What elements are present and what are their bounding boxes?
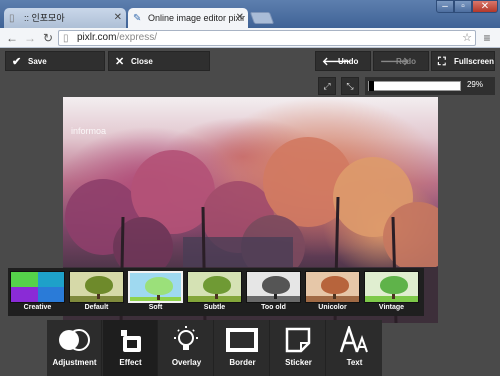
new-tab-button[interactable] [249, 12, 275, 24]
tool-effect[interactable]: Effect [103, 320, 158, 376]
tool-label: Border [229, 358, 256, 367]
zoom-value: 29% [466, 80, 483, 89]
effect-too-old[interactable]: Too old [245, 270, 302, 314]
browser-tab-informoa[interactable]: ▯ :: 인포모아 ✕ [4, 8, 126, 28]
effect-label: Soft [148, 304, 163, 311]
url-path: /express/ [116, 32, 158, 43]
close-tab-icon[interactable]: ✕ [236, 8, 244, 28]
star-icon[interactable]: ☆ [462, 31, 472, 45]
tool-label: Adjustment [52, 358, 97, 367]
minimize-icon[interactable]: – [436, 0, 454, 13]
effect-thumbnail [10, 271, 65, 303]
save-label: Save [28, 57, 47, 66]
border-icon [226, 328, 258, 352]
effect-thumbnail [187, 271, 242, 303]
url-host: pixlr.com [77, 32, 117, 43]
effect-creative[interactable]: Creative [9, 270, 66, 314]
tool-adjustment[interactable]: Adjustment [47, 320, 102, 376]
close-icon: ✕ [115, 56, 125, 68]
watermark-text: informoa [71, 126, 107, 136]
tool-bar: Adjustment Effect Overlay Border Sticker [47, 320, 382, 376]
zoom-slider-handle[interactable] [369, 81, 374, 91]
fit-to-screen-button[interactable]: ⤢ [318, 77, 336, 95]
zoom-slider[interactable] [368, 81, 461, 91]
browser-tab-pixlr[interactable]: ✎ Online image editor pixlr ✕ [128, 8, 248, 28]
address-bar[interactable]: ▯ pixlr.com/express/ ☆ [58, 30, 476, 46]
effect-thumbnail [364, 271, 419, 303]
fullscreen-label: Fullscreen [454, 57, 495, 66]
expand-icon: ⤢ [323, 81, 331, 91]
sticker-icon [285, 327, 311, 353]
tool-border[interactable]: Border [215, 320, 270, 376]
page-icon: ▯ [9, 13, 15, 24]
check-icon: ✔ [12, 56, 22, 68]
tool-label: Text [346, 358, 363, 367]
page-icon: ▯ [63, 33, 69, 44]
fullscreen-button[interactable]: ⛶ Fullscreen [431, 51, 495, 71]
effects-strip: Creative Default Soft Subtle Too old Uni… [8, 268, 424, 316]
adjustment-icon [59, 329, 90, 351]
window-close-icon[interactable]: ✕ [472, 0, 498, 13]
effect-thumbnail [128, 271, 183, 303]
zoom-control: 29% [365, 77, 495, 95]
effect-label: Unicolor [318, 304, 347, 311]
fullscreen-icon: ⛶ [438, 56, 446, 68]
browser-toolbar: ← → ↻ ▯ pixlr.com/express/ ☆ ≡ [0, 28, 500, 48]
effect-label: Too old [261, 304, 286, 311]
close-button[interactable]: ✕ Close [108, 51, 210, 71]
tool-text[interactable]: Text [327, 320, 382, 376]
forward-arrow-icon[interactable]: → [22, 30, 38, 46]
back-arrow-icon[interactable]: ← [4, 30, 20, 46]
effect-subtle[interactable]: Subtle [186, 270, 243, 314]
effect-unicolor[interactable]: Unicolor [304, 270, 361, 314]
tool-label: Overlay [171, 358, 202, 367]
resize-icon: ⤡ [346, 81, 354, 91]
effect-thumbnail [69, 271, 124, 303]
tool-label: Sticker [285, 358, 312, 367]
browser-titlebar: ▯ :: 인포모아 ✕ ✎ Online image editor pixlr … [0, 0, 500, 28]
close-tab-icon[interactable]: ✕ [114, 8, 122, 28]
close-label: Close [131, 57, 153, 66]
redo-button[interactable]: 🡒 Redo [373, 51, 429, 71]
overlay-icon [174, 326, 198, 350]
effect-default[interactable]: Default [68, 270, 125, 314]
text-icon [339, 326, 368, 353]
menu-icon[interactable]: ≡ [480, 31, 494, 45]
effect-label: Vintage [378, 304, 405, 311]
effect-thumbnail [246, 271, 301, 303]
effect-label: Default [84, 304, 109, 311]
effect-thumbnail [305, 271, 360, 303]
maximize-icon[interactable]: ▫ [454, 0, 472, 13]
effect-label: Subtle [203, 304, 226, 311]
effect-label: Creative [23, 304, 52, 311]
undo-arrow-icon: 🡐 [322, 56, 352, 68]
tool-label: Effect [119, 358, 142, 367]
reload-icon[interactable]: ↻ [40, 30, 56, 46]
effect-icon [121, 330, 141, 352]
undo-button[interactable]: 🡐 Undo [315, 51, 371, 71]
tool-sticker[interactable]: Sticker [271, 320, 326, 376]
actual-size-button[interactable]: ⤡ [341, 77, 359, 95]
tool-overlay[interactable]: Overlay [159, 320, 214, 376]
redo-arrow-icon: 🡒 [380, 56, 410, 68]
save-button[interactable]: ✔ Save [5, 51, 105, 71]
pixlr-favicon-icon: ✎ [133, 13, 142, 24]
tab-title: Online image editor pixlr [148, 13, 246, 23]
tab-title: :: 인포모아 [24, 13, 65, 23]
effect-soft[interactable]: Soft [127, 270, 184, 314]
effect-vintage[interactable]: Vintage [363, 270, 420, 314]
